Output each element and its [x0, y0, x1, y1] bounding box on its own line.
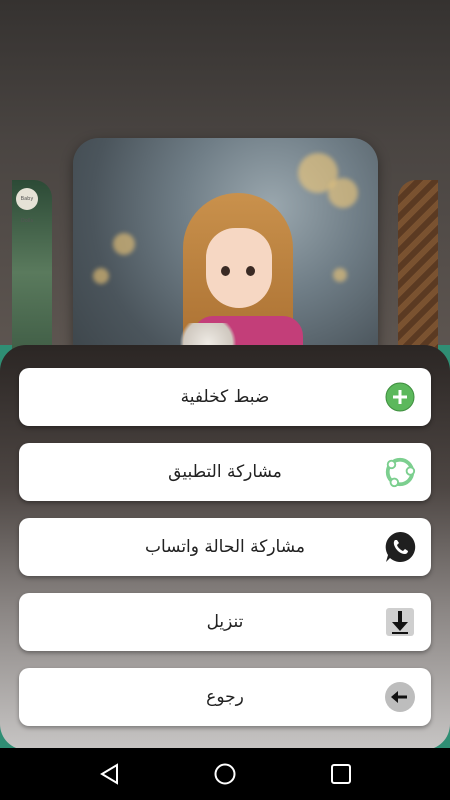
android-nav-bar [0, 748, 450, 800]
recents-nav-icon[interactable] [329, 762, 353, 786]
share-whatsapp-status-button[interactable]: مشاركة الحالة واتساب [19, 518, 431, 576]
wallpaper-logo: Baby Dolls [16, 188, 38, 224]
share-whatsapp-label: مشاركة الحالة واتساب [144, 537, 306, 557]
share-app-button[interactable]: مشاركة التطبيق [19, 443, 431, 501]
whatsapp-icon [383, 530, 417, 564]
wallpaper-thumbnail-left[interactable]: Baby Dolls [12, 180, 52, 365]
download-label: تنزيل [206, 612, 244, 632]
back-nav-icon[interactable] [98, 762, 122, 786]
set-wallpaper-label: ضبط كخلفية [180, 387, 270, 407]
back-arrow-icon [383, 680, 417, 714]
wallpaper-thumbnail-right[interactable] [398, 180, 438, 365]
home-nav-icon[interactable] [213, 762, 237, 786]
download-button[interactable]: تنزيل [19, 593, 431, 651]
wallpaper-preview-image[interactable] [73, 138, 378, 368]
action-sheet: ضبط كخلفية مشاركة التطبيق مشاركة الحالة … [0, 345, 450, 750]
share-app-label: مشاركة التطبيق [168, 462, 282, 482]
download-icon [383, 605, 417, 639]
set-wallpaper-button[interactable]: ضبط كخلفية [19, 368, 431, 426]
share-icon [383, 455, 417, 489]
back-button[interactable]: رجوع [19, 668, 431, 726]
add-circle-icon [383, 380, 417, 414]
back-label: رجوع [206, 687, 244, 707]
doll-face [206, 228, 272, 308]
